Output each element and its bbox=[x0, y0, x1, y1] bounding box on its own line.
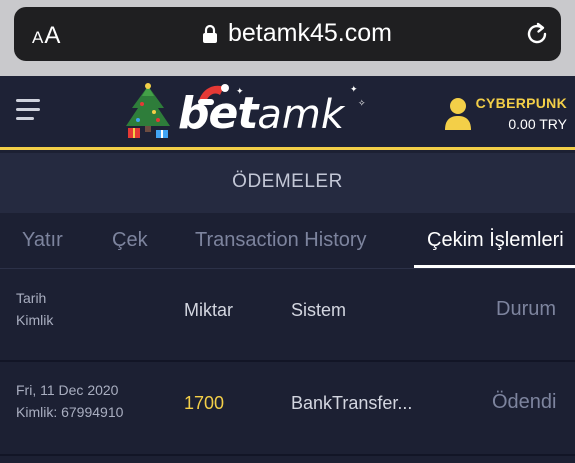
header-status: Durum bbox=[496, 298, 557, 320]
sparkle-icon: ✧ bbox=[358, 98, 366, 108]
user-icon[interactable] bbox=[444, 97, 472, 131]
site-header: bet amk ✦ ✦ ✧ CYBERPUNK 0.00 TRY bbox=[0, 76, 575, 150]
row-id: Kimlik: 67994910 bbox=[16, 404, 124, 420]
row-date: Fri, 11 Dec 2020 bbox=[16, 382, 119, 398]
text-size-button[interactable]: AA bbox=[32, 22, 61, 50]
table-header: Tarih Kimlik Miktar Sistem Durum bbox=[0, 270, 575, 362]
url-text: betamk45.com bbox=[228, 19, 392, 47]
sparkle-icon: ✦ bbox=[350, 84, 358, 94]
tab-deposit[interactable]: Yatır bbox=[22, 229, 63, 252]
row-amount: 1700 bbox=[184, 393, 225, 413]
header-amount: Miktar bbox=[184, 300, 233, 320]
hamburger-icon[interactable] bbox=[16, 99, 40, 123]
username[interactable]: CYBERPUNK bbox=[476, 95, 567, 111]
tab-withdraw[interactable]: Çek bbox=[112, 229, 148, 252]
santa-hat-icon bbox=[198, 84, 229, 105]
row-system: BankTransfer... bbox=[291, 393, 413, 413]
header-system: Sistem bbox=[291, 300, 347, 320]
table-row[interactable]: Fri, 11 Dec 2020 Kimlik: 67994910 1700 B… bbox=[0, 364, 575, 456]
browser-address-bar: AA betamk45.com bbox=[0, 0, 575, 76]
page-title: ÖDEMELER bbox=[0, 153, 575, 213]
header-date: Tarih bbox=[16, 290, 47, 306]
reload-icon[interactable] bbox=[523, 20, 551, 48]
balance: 0.00 TRY bbox=[508, 116, 567, 132]
row-status: Ödendi bbox=[492, 391, 557, 413]
payment-tabs: Yatır Çek Transaction History Çekim İşle… bbox=[0, 213, 575, 269]
sparkle-icon: ✦ bbox=[236, 86, 244, 96]
url-field[interactable]: AA betamk45.com bbox=[14, 7, 561, 61]
christmas-tree-icon bbox=[126, 83, 170, 138]
active-tab-indicator bbox=[414, 265, 575, 268]
tab-withdrawal-transactions[interactable]: Çekim İşlemleri bbox=[427, 229, 564, 252]
tab-transaction-history[interactable]: Transaction History bbox=[195, 229, 367, 252]
lock-icon bbox=[203, 24, 217, 43]
header-id: Kimlik bbox=[16, 312, 54, 328]
